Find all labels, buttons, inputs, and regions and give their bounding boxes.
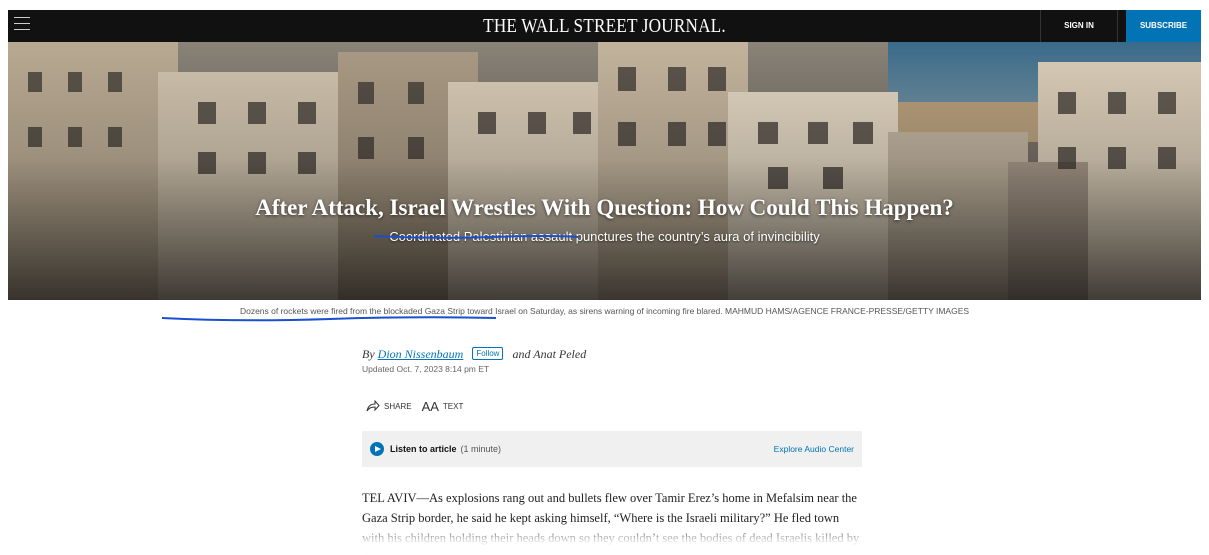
second-author: and Anat Peled xyxy=(512,347,587,361)
updated-timestamp: Updated Oct. 7, 2023 8:14 pm ET xyxy=(362,364,490,374)
article-headline: After Attack, Israel Wrestles With Quest… xyxy=(255,195,954,220)
hero-image: After Attack, Israel Wrestles With Quest… xyxy=(8,42,1201,300)
dek-annotation-underline xyxy=(373,235,579,239)
hero-photo xyxy=(8,42,1201,300)
share-label: SHARE xyxy=(384,402,412,411)
share-button[interactable]: SHARE xyxy=(366,399,412,414)
top-bar: THE WALL STREET JOURNAL. SIGN IN SUBSCRI… xyxy=(8,10,1201,42)
subscribe-button[interactable]: SUBSCRIBE xyxy=(1126,10,1201,42)
byline-prefix: By xyxy=(362,347,375,361)
explore-audio-center-link[interactable]: Explore Audio Center xyxy=(774,444,854,454)
article-dek: Coordinated Palestinian assault puncture… xyxy=(389,229,820,244)
text-size-label: TEXT xyxy=(442,402,464,411)
sign-in-button[interactable]: SIGN IN xyxy=(1040,10,1118,42)
share-icon xyxy=(366,399,380,414)
play-icon[interactable] xyxy=(370,442,384,456)
text-size-button[interactable]: AA TEXT xyxy=(422,399,464,414)
hero-title-block: After Attack, Israel Wrestles With Quest… xyxy=(8,194,1201,244)
listen-label[interactable]: Listen to article xyxy=(390,444,457,454)
menu-icon[interactable] xyxy=(14,17,30,31)
article-tools: SHARE AA TEXT xyxy=(366,399,473,414)
byline: By Dion Nissenbaum Follow and Anat Peled xyxy=(362,347,586,362)
author-link[interactable]: Dion Nissenbaum xyxy=(378,347,464,361)
listen-duration: (1 minute) xyxy=(460,444,502,454)
paywall-fade xyxy=(362,524,882,555)
audio-player-bar: Listen to article (1 minute) Explore Aud… xyxy=(362,431,862,467)
masthead-logo[interactable]: THE WALL STREET JOURNAL. xyxy=(92,15,1118,38)
text-size-icon: AA xyxy=(421,399,439,414)
caption-annotation-underline xyxy=(161,316,497,322)
follow-button[interactable]: Follow xyxy=(472,347,504,360)
